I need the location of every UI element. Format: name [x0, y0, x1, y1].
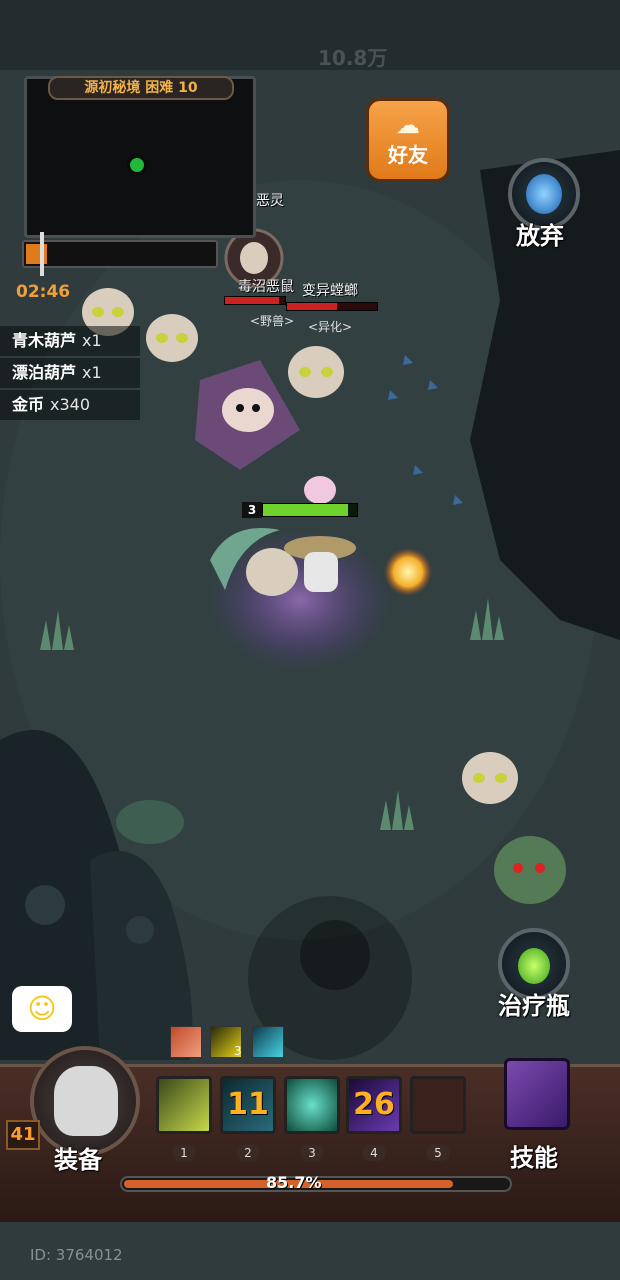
abandon-label: 放弃: [516, 222, 564, 250]
dungeon-title: 源初秘境 困难 10: [48, 76, 234, 100]
enemy-hp-fill: [287, 303, 337, 310]
skill-cooldown: 11: [227, 1087, 269, 1122]
buff-ice-icon: [252, 1026, 284, 1058]
character-portrait-icon: [54, 1066, 118, 1136]
joystick-knob[interactable]: [300, 920, 370, 990]
friends-button[interactable]: ☁ 好友: [366, 98, 450, 182]
minimap[interactable]: [24, 76, 256, 238]
friends-label: 好友: [388, 143, 428, 167]
player-hp-bar: [262, 503, 358, 517]
skill-slot-1[interactable]: [156, 1076, 212, 1134]
enemy-name: 恶灵: [256, 193, 284, 209]
spellbook-icon: [504, 1058, 570, 1130]
slot-number: 2: [236, 1145, 260, 1161]
skills-label: 技能: [510, 1144, 558, 1172]
enemy-tag: <异化>: [308, 320, 353, 334]
loot-item: 漂泊葫芦 x1: [0, 358, 140, 388]
potion-icon: [518, 948, 550, 984]
loot-count: x1: [82, 331, 102, 350]
character-level: 41: [6, 1120, 40, 1150]
chat-button[interactable]: ☺: [12, 986, 72, 1032]
enemy-tag: <野兽>: [250, 314, 295, 328]
enemy-hp-fill: [225, 297, 279, 304]
buff-fire-icon: [170, 1026, 202, 1058]
player-hp-fill: [263, 504, 348, 516]
buff-stack-count: 3: [234, 1044, 242, 1058]
total-damage: 10.8万: [318, 46, 388, 70]
player-id: ID: 3764012: [30, 1246, 123, 1264]
loot-name: 漂泊葫芦: [12, 363, 77, 382]
skill-slot-4[interactable]: 26: [346, 1076, 402, 1134]
slot-number: 3: [300, 1145, 324, 1161]
skill-slot-3[interactable]: [284, 1076, 340, 1134]
skills-button[interactable]: [494, 1054, 584, 1138]
skill-slot-2[interactable]: 11: [220, 1076, 276, 1134]
loot-item: 青木葫芦 x1: [0, 326, 140, 356]
slot-number: 1: [172, 1145, 196, 1161]
enemy-hp-bar: [224, 296, 286, 305]
player-location-marker: [127, 155, 147, 175]
stage-progress-bar: [22, 232, 218, 276]
battle-timer: 02:46: [16, 282, 71, 302]
cat-face-icon: ☺: [27, 992, 57, 1025]
cloud-icon: ☁: [396, 111, 420, 139]
progress-marker-icon: [40, 232, 44, 276]
slot-number: 4: [362, 1145, 386, 1161]
enemy-name: 变异螳螂: [302, 283, 358, 299]
portal-icon: [526, 174, 562, 214]
enemy-name: 毒沼恶鼠: [238, 279, 294, 295]
loot-name: 青木葫芦: [12, 331, 77, 350]
loot-count: x1: [82, 363, 102, 382]
equip-label: 装备: [54, 1146, 102, 1174]
skill-slot-5[interactable]: [410, 1076, 466, 1134]
slot-number: 5: [426, 1145, 450, 1161]
loot-item: 金币 x340: [0, 390, 140, 420]
player-level: 3: [242, 502, 262, 518]
loot-name: 金币: [12, 395, 45, 414]
enemy-hp-bar: [286, 302, 378, 311]
loot-count: x340: [50, 395, 91, 414]
skill-cooldown: 26: [353, 1087, 395, 1122]
experience-percent: 85.7%: [266, 1173, 322, 1192]
heal-potion-label: 治疗瓶: [498, 992, 570, 1020]
